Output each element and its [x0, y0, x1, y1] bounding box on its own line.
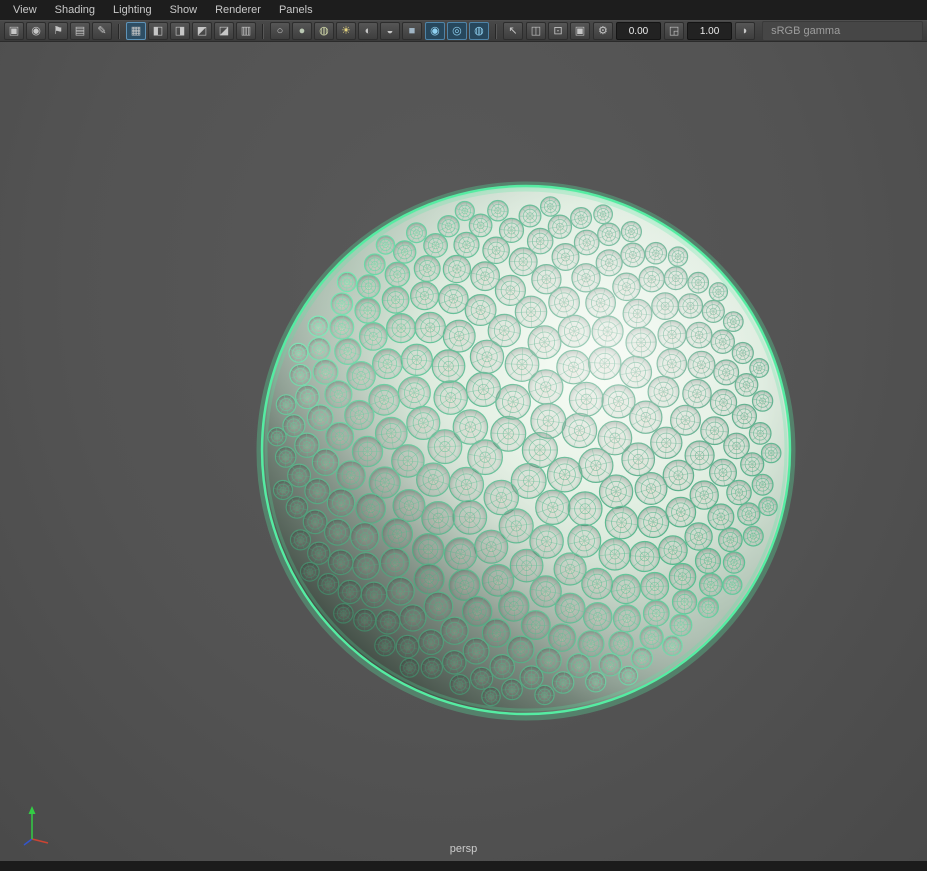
gamma-icon[interactable]: ◲ — [664, 22, 684, 40]
scene-canvas[interactable] — [0, 42, 927, 861]
exposure-tools: ⚙ — [593, 22, 613, 40]
viewport[interactable]: persp — [0, 42, 927, 861]
multisample-toggle-icon[interactable]: ◎ — [447, 22, 467, 40]
view-transform-select[interactable]: sRGB gamma — [762, 21, 923, 41]
camera-attributes-icon[interactable]: ◉ — [26, 22, 46, 40]
layout-tools: ▦◧◨◩◪▥ — [126, 22, 256, 40]
axis-y-arrowhead — [29, 806, 36, 814]
xray-joints-icon[interactable]: ▣ — [570, 22, 590, 40]
color-management-tools: ◗ — [735, 22, 755, 40]
image-plane-icon[interactable]: ▤ — [70, 22, 90, 40]
shadows-icon[interactable]: ◐ — [358, 22, 378, 40]
exposure-field[interactable]: 0.00 — [616, 22, 661, 40]
occlusion-icon[interactable]: ◒ — [380, 22, 400, 40]
panel-toolbar: ▣◉⚑▤✎▦◧◨◩◪▥○●◍☀◐◒■◉◎◍↖◫⊡▣⚙0.00◲1.00◗sRGB… — [0, 20, 927, 42]
smooth-shaded-icon[interactable]: ● — [292, 22, 312, 40]
antialiasing-toggle-icon[interactable]: ◉ — [425, 22, 445, 40]
menu-item-show[interactable]: Show — [161, 0, 207, 20]
select-camera-icon[interactable]: ▣ — [4, 22, 24, 40]
gamma-tools: ◲ — [664, 22, 684, 40]
color-management-icon[interactable]: ◗ — [735, 22, 755, 40]
gamma-field[interactable]: 1.00 — [687, 22, 732, 40]
right-split-layout-icon[interactable]: ◨ — [170, 22, 190, 40]
toolbar-separator — [262, 24, 264, 39]
menu-item-lighting[interactable]: Lighting — [104, 0, 161, 20]
single-pane-layout-icon[interactable]: ▦ — [126, 22, 146, 40]
xray-tools: ◫⊡▣ — [526, 22, 590, 40]
bookmark-icon[interactable]: ⚑ — [48, 22, 68, 40]
maya-viewport-panel: ViewShadingLightingShowRendererPanels ▣◉… — [0, 0, 927, 871]
menu-item-renderer[interactable]: Renderer — [206, 0, 270, 20]
top-split-layout-icon[interactable]: ◩ — [192, 22, 212, 40]
panel-menubar: ViewShadingLightingShowRendererPanels — [0, 0, 927, 20]
toolbar-separator — [118, 24, 120, 39]
axis-gizmo — [18, 801, 58, 847]
bottom-strip — [0, 861, 927, 871]
render-toggles: ◉◎◍ — [425, 22, 489, 40]
default-material-icon[interactable]: ■ — [402, 22, 422, 40]
menu-item-shading[interactable]: Shading — [46, 0, 104, 20]
xray-active-components-icon[interactable]: ⊡ — [548, 22, 568, 40]
grease-pencil-icon[interactable]: ✎ — [92, 22, 112, 40]
shading-tools: ○●◍☀◐◒■ — [270, 22, 422, 40]
quad-layout-icon[interactable]: ◪ — [214, 22, 234, 40]
toolbar-separator — [495, 24, 497, 39]
textured-icon[interactable]: ◍ — [314, 22, 334, 40]
axis-x — [32, 839, 48, 843]
left-split-layout-icon[interactable]: ◧ — [148, 22, 168, 40]
menu-item-view[interactable]: View — [4, 0, 46, 20]
axis-z — [24, 839, 32, 845]
menu-item-panels[interactable]: Panels — [270, 0, 322, 20]
xray-icon[interactable]: ◫ — [526, 22, 546, 40]
exposure-gear-icon[interactable]: ⚙ — [593, 22, 613, 40]
camera-tools: ▣◉⚑▤✎ — [4, 22, 112, 40]
select-tools: ↖ — [503, 22, 523, 40]
use-all-lights-icon[interactable]: ☀ — [336, 22, 356, 40]
depth-of-field-toggle-icon[interactable]: ◍ — [469, 22, 489, 40]
wireframe-icon[interactable]: ○ — [270, 22, 290, 40]
select-highlight-icon[interactable]: ↖ — [503, 22, 523, 40]
outliner-layout-icon[interactable]: ▥ — [236, 22, 256, 40]
